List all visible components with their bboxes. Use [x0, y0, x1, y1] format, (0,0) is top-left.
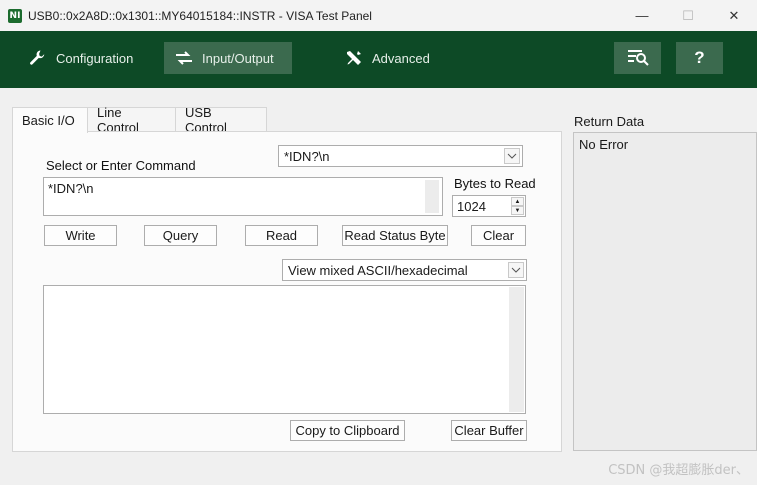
help-button[interactable]: ?: [676, 42, 723, 74]
command-input-scrollbar[interactable]: [425, 180, 439, 213]
view-mode-value: View mixed ASCII/hexadecimal: [288, 262, 468, 278]
io-trace-button[interactable]: [614, 42, 661, 74]
output-area[interactable]: [43, 285, 526, 414]
wrench-icon: [28, 48, 48, 68]
advanced-button[interactable]: Advanced: [334, 42, 440, 74]
stepper-arrows[interactable]: ▲ ▼: [511, 197, 524, 215]
bytes-to-read-value: 1024: [457, 198, 486, 214]
tab-strip: Basic I/O Line Control USB Control: [12, 105, 267, 135]
bytes-to-read-label: Bytes to Read: [454, 176, 536, 191]
window-title: USB0::0x2A8D::0x1301::MY64015184::INSTR …: [28, 8, 372, 23]
clear-buffer-button[interactable]: Clear Buffer: [451, 420, 527, 441]
minimize-button[interactable]: —: [619, 0, 665, 31]
return-data-label: Return Data: [574, 114, 645, 129]
copy-to-clipboard-button[interactable]: Copy to Clipboard: [290, 420, 405, 441]
command-select[interactable]: *IDN?\n: [278, 145, 523, 167]
advanced-label: Advanced: [372, 50, 430, 66]
stepper-down-icon[interactable]: ▼: [511, 206, 524, 215]
input-output-label: Input/Output: [202, 50, 274, 66]
command-input[interactable]: *IDN?\n: [43, 177, 443, 216]
swap-arrows-icon: [174, 48, 194, 68]
command-label: Select or Enter Command: [46, 158, 196, 173]
io-trace-icon: [626, 48, 650, 69]
command-input-text: *IDN?\n: [48, 181, 94, 196]
bytes-to-read-stepper[interactable]: 1024 ▲ ▼: [452, 195, 526, 217]
chevron-down-icon[interactable]: [504, 148, 520, 164]
tools-icon: [344, 48, 364, 68]
tab-basic-io[interactable]: Basic I/O: [12, 107, 88, 133]
input-output-button[interactable]: Input/Output: [164, 42, 292, 74]
close-button[interactable]: ✕: [711, 0, 757, 31]
configuration-button[interactable]: Configuration: [18, 42, 143, 74]
tab-line-control[interactable]: Line Control: [87, 105, 176, 135]
stepper-up-icon[interactable]: ▲: [511, 197, 524, 206]
main-toolbar: Configuration Input/Output Advanced ?: [0, 31, 757, 88]
tab-usb-control[interactable]: USB Control: [175, 105, 267, 135]
read-status-byte-button[interactable]: Read Status Byte: [342, 225, 448, 246]
clear-button[interactable]: Clear: [471, 225, 526, 246]
return-data-value: No Error: [579, 137, 629, 152]
query-button[interactable]: Query: [144, 225, 217, 246]
configuration-label: Configuration: [56, 50, 134, 66]
window-controls: — ☐ ✕: [619, 0, 757, 31]
read-button[interactable]: Read: [245, 225, 318, 246]
write-button[interactable]: Write: [44, 225, 117, 246]
watermark-text: CSDN @我超膨胀der、: [608, 463, 749, 478]
chevron-down-icon[interactable]: [508, 262, 524, 278]
maximize-button[interactable]: ☐: [665, 0, 711, 31]
output-scrollbar[interactable]: [509, 287, 524, 412]
command-select-value: *IDN?\n: [284, 148, 330, 164]
return-data-box: No Error: [573, 132, 757, 451]
app-logo-icon: NI: [8, 8, 22, 23]
title-bar: NI USB0::0x2A8D::0x1301::MY64015184::INS…: [0, 0, 757, 31]
view-mode-select[interactable]: View mixed ASCII/hexadecimal: [282, 259, 527, 281]
